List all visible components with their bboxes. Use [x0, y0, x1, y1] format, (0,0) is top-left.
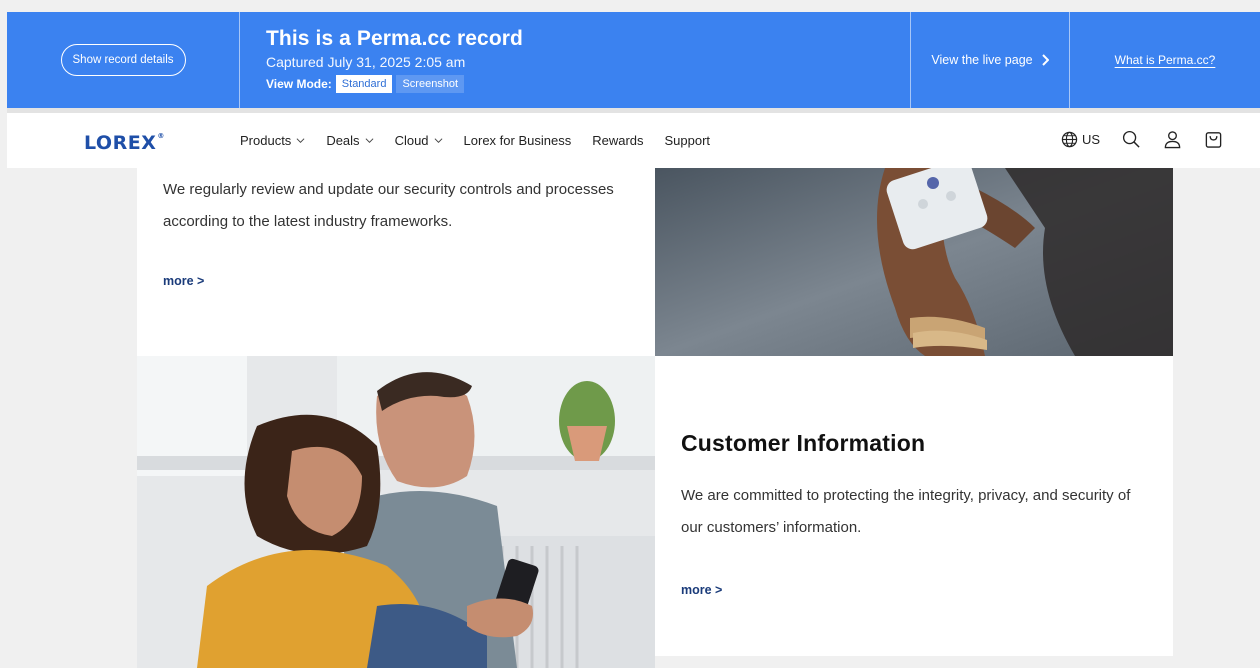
chevron-down-icon	[434, 138, 442, 144]
view-mode-screenshot-button[interactable]: Screenshot	[396, 75, 465, 93]
security-controls-text: We regularly review and update our secur…	[163, 181, 614, 230]
phone-hands-illustration	[655, 168, 1173, 356]
what-is-perma-link[interactable]: What is Perma.cc?	[1115, 53, 1216, 67]
view-mode: View Mode: Standard Screenshot	[266, 75, 465, 93]
couple-illustration	[137, 356, 655, 668]
customer-more-link[interactable]: more >	[681, 583, 722, 597]
chevron-right-icon	[1041, 54, 1049, 66]
perma-banner: Show record details This is a Perma.cc r…	[7, 12, 1260, 108]
logo-text: LOREX	[84, 132, 157, 154]
show-record-details-button[interactable]: Show record details	[60, 44, 186, 76]
couple-with-phone-image	[137, 356, 655, 668]
page-content: We regularly review and update our secur…	[7, 168, 1260, 668]
account-icon[interactable]	[1163, 130, 1182, 149]
menu-item-label: Products	[240, 133, 292, 148]
search-icon[interactable]	[1122, 130, 1141, 149]
chevron-down-icon	[296, 138, 305, 144]
menu-item-label: Cloud	[394, 133, 429, 148]
menu-item-label: Lorex for Business	[463, 133, 572, 148]
cart-icon[interactable]	[1204, 130, 1223, 149]
lorex-logo[interactable]: LOREX®	[84, 132, 165, 154]
security-more-link[interactable]: more >	[163, 274, 204, 288]
phone-hands-image	[655, 168, 1173, 356]
customer-information-text: We are committed to protecting the integ…	[681, 487, 1131, 536]
capture-date: Captured July 31, 2025 2:05 am	[266, 54, 466, 70]
registered-mark: ®	[157, 132, 165, 140]
chevron-down-icon	[365, 138, 374, 144]
what-is-perma-cell: What is Perma.cc?	[1070, 12, 1260, 108]
view-mode-standard-button[interactable]: Standard	[335, 75, 393, 93]
menu-item-business[interactable]: Lorex for Business	[464, 133, 572, 148]
locale-selector[interactable]: US	[1061, 131, 1100, 148]
view-live-page-link[interactable]: View the live page	[931, 53, 1049, 67]
customer-information-section: Customer Information We are committed to…	[655, 356, 1173, 656]
site-header: LOREX® Products Deals Cloud Lorex for Bu…	[7, 113, 1260, 168]
menu-item-label: Deals	[326, 133, 360, 148]
globe-icon	[1061, 131, 1078, 148]
menu-item-rewards[interactable]: Rewards	[592, 133, 643, 148]
menu-item-label: Support	[664, 133, 711, 148]
menu-item-deals[interactable]: Deals	[326, 133, 374, 148]
live-page-label: View the live page	[931, 53, 1033, 67]
menu-item-support[interactable]: Support	[665, 133, 711, 148]
security-controls-section: We regularly review and update our secur…	[137, 168, 655, 356]
locale-label: US	[1081, 132, 1100, 147]
menu-item-label: Rewards	[592, 133, 644, 148]
menu-item-cloud[interactable]: Cloud	[395, 133, 443, 148]
main-menu: Products Deals Cloud Lorex for Business …	[240, 133, 710, 148]
header-actions: US	[1061, 130, 1223, 149]
customer-information-heading: Customer Information	[681, 430, 926, 456]
menu-item-products[interactable]: Products	[240, 133, 305, 148]
perma-record-info: This is a Perma.cc record Captured July …	[240, 12, 911, 108]
perma-title: This is a Perma.cc record	[266, 27, 523, 50]
live-page-cell: View the live page	[911, 12, 1070, 108]
view-mode-label: View Mode:	[266, 77, 332, 91]
perma-details-cell: Show record details	[7, 12, 240, 108]
